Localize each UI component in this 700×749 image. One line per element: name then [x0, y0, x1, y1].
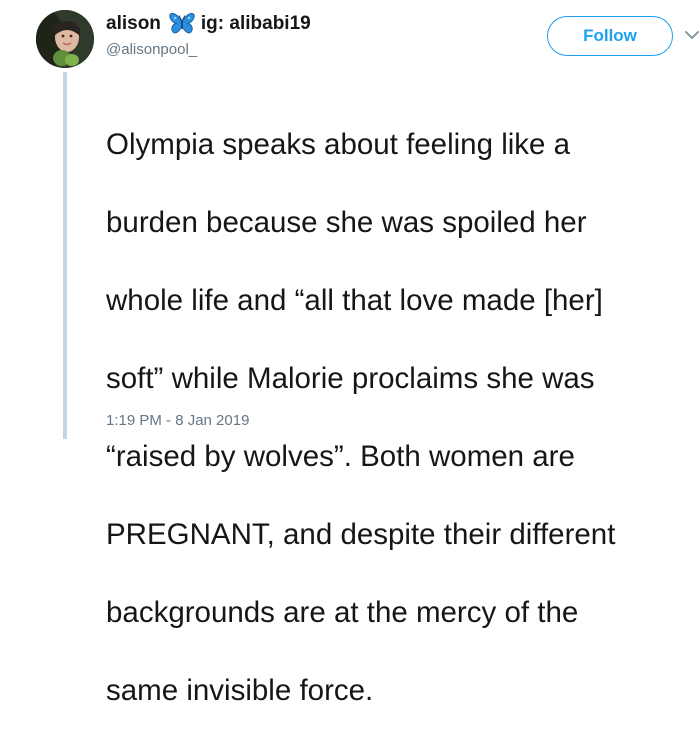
tweet-text-line: burden because she was spoiled her: [106, 206, 587, 239]
tweet-text-line: Olympia speaks about feeling like a: [106, 128, 571, 161]
tweet-text-line: soft” while Malorie proclaims she was: [106, 362, 595, 395]
tweet-text-line: whole life and “all that love made [her]: [106, 284, 603, 317]
user-name-row[interactable]: alison ig: alibabi19: [106, 12, 311, 36]
tweet-card: alison ig: alibabi19 @alisonpool_ Follow…: [0, 0, 700, 707]
tweet-timestamp[interactable]: 1:19 PM - 8 Jan 2019: [106, 412, 249, 429]
avatar[interactable]: [36, 10, 94, 68]
display-name[interactable]: alison: [106, 13, 161, 35]
tweet-text-line: “raised by wolves”. Both women are: [106, 440, 575, 473]
user-handle[interactable]: @alisonpool_: [106, 41, 197, 58]
chevron-down-icon[interactable]: [683, 28, 700, 42]
tweet-text-line: PREGNANT, and despite their different: [106, 518, 616, 551]
butterfly-icon: [169, 12, 195, 36]
thread-line: [63, 72, 67, 439]
display-name-suffix[interactable]: ig: alibabi19: [201, 13, 311, 35]
follow-button[interactable]: Follow: [547, 16, 673, 56]
tweet-text-line: backgrounds are at the mercy of the: [106, 596, 579, 629]
tweet-text-line: same invisible force.: [106, 674, 374, 707]
